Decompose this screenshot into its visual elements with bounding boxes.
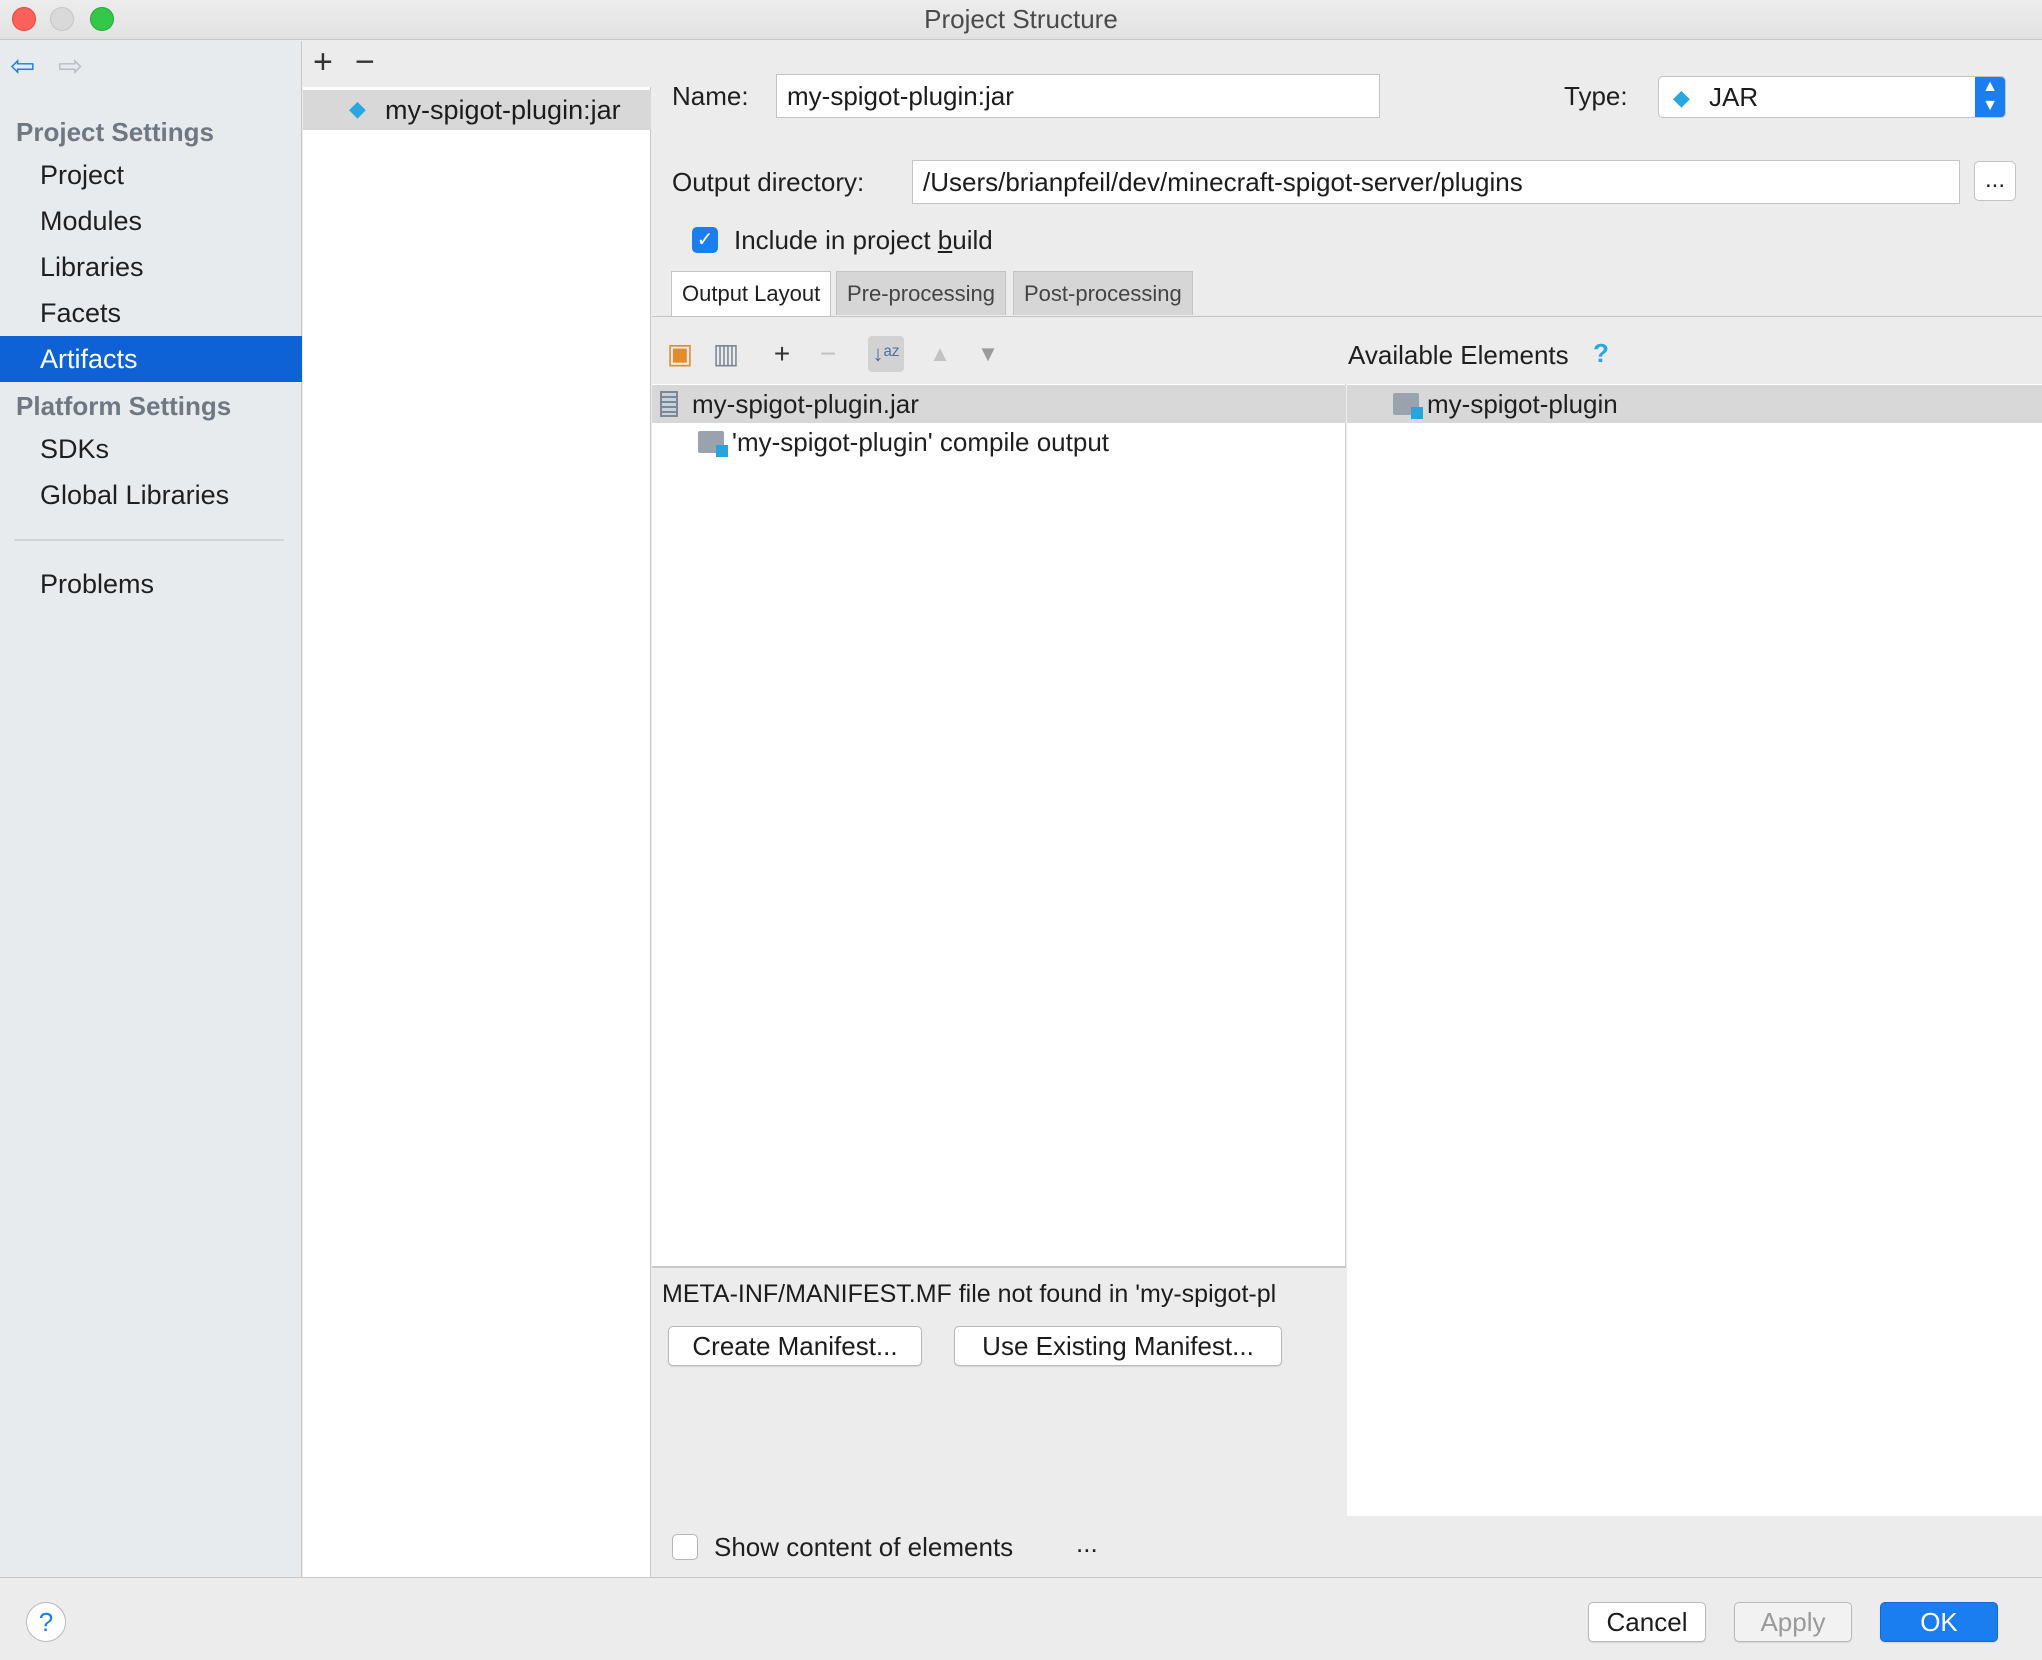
available-element-label: my-spigot-plugin — [1427, 389, 1618, 419]
sidebar-item-modules[interactable]: Modules — [0, 198, 302, 244]
jar-type-icon: ◆ — [1673, 85, 1690, 110]
tree-compile-output-label: 'my-spigot-plugin' compile output — [732, 427, 1109, 457]
output-directory-field[interactable]: /Users/brianpfeil/dev/minecraft-spigot-s… — [912, 160, 1960, 204]
sidebar-item-problems[interactable]: Problems — [0, 561, 302, 607]
manifest-area: META-INF/MANIFEST.MF file not found in '… — [652, 1266, 1346, 1516]
sidebar-item-sdks[interactable]: SDKs — [0, 426, 302, 472]
dialog-footer: ? Cancel Apply OK — [0, 1577, 2042, 1660]
tab-divider — [652, 316, 2042, 317]
back-arrow-icon[interactable]: ⇦ — [10, 49, 35, 84]
sidebar-item-global-libraries[interactable]: Global Libraries — [0, 472, 302, 518]
forward-arrow-icon[interactable]: ⇨ — [58, 49, 83, 84]
browse-output-button[interactable]: ... — [1974, 161, 2016, 201]
artifact-list-toolbar: + − — [303, 41, 651, 87]
artifact-list-panel: + − ◆ my-spigot-plugin:jar — [303, 41, 651, 1577]
add-artifact-icon[interactable]: + — [313, 43, 333, 82]
sort-elements-icon[interactable]: ↓ᵃᶻ — [868, 336, 904, 372]
sidebar-item-artifacts[interactable]: Artifacts — [0, 336, 302, 382]
help-button[interactable]: ? — [26, 1602, 66, 1642]
available-elements-header: Available Elements ? — [1347, 326, 2042, 384]
name-label: Name: — [672, 81, 749, 111]
sidebar-item-facets[interactable]: Facets — [0, 290, 302, 336]
name-field[interactable]: my-spigot-plugin:jar — [776, 74, 1380, 118]
artifact-list-item[interactable]: ◆ my-spigot-plugin:jar — [303, 90, 651, 130]
output-directory-label: Output directory: — [672, 167, 865, 197]
type-select[interactable]: ◆ JAR ▲ ▼ — [1658, 76, 2006, 118]
sidebar-divider — [14, 539, 284, 541]
move-up-icon[interactable]: ▲ — [922, 336, 958, 372]
create-manifest-button[interactable]: Create Manifest... — [668, 1326, 922, 1366]
output-layout-tree: ▣ ▥ + − ↓ᵃᶻ ▲ ▼ my-spigot-plugin.jar 'my… — [652, 326, 1346, 1266]
include-build-label: Include in project build — [734, 225, 993, 255]
jar-file-icon — [660, 391, 678, 417]
tree-row-jar[interactable]: my-spigot-plugin.jar — [652, 385, 1346, 423]
layout-toolbar: ▣ ▥ + − ↓ᵃᶻ ▲ ▼ — [652, 326, 1346, 384]
tree-jar-label: my-spigot-plugin.jar — [692, 389, 919, 419]
window-title: Project Structure — [924, 4, 1118, 34]
type-label: Type: — [1564, 81, 1628, 111]
section-project-settings: Project Settings — [16, 117, 214, 147]
section-platform-settings: Platform Settings — [16, 391, 232, 421]
remove-artifact-icon[interactable]: − — [355, 43, 375, 82]
jar-artifact-icon: ◆ — [349, 96, 366, 121]
module-output-icon — [698, 431, 728, 457]
module-icon — [1393, 393, 1423, 419]
new-directory-icon[interactable]: ▣ — [662, 336, 698, 372]
manifest-warning: META-INF/MANIFEST.MF file not found in '… — [662, 1280, 1277, 1308]
available-element-row[interactable]: my-spigot-plugin — [1347, 385, 2042, 423]
move-down-icon[interactable]: ▼ — [970, 336, 1006, 372]
available-elements-title: Available Elements — [1348, 340, 1569, 370]
show-content-options-button[interactable]: ... — [1076, 1528, 1098, 1559]
remove-element-icon[interactable]: − — [810, 336, 846, 372]
title-bar: Project Structure — [0, 0, 2042, 40]
include-build-checkbox[interactable]: ✓ — [692, 227, 718, 253]
available-elements-panel: Available Elements ? my-spigot-plugin — [1347, 326, 2042, 1516]
tab-pre-processing[interactable]: Pre-processing — [836, 271, 1006, 315]
add-copy-icon[interactable]: + — [764, 336, 800, 372]
tree-row-compile-output[interactable]: 'my-spigot-plugin' compile output — [652, 423, 1346, 461]
settings-sidebar: ⇦ ⇨ Project Settings Project Modules Lib… — [0, 41, 302, 1577]
select-arrows-icon: ▲ ▼ — [1975, 77, 2005, 117]
ok-button[interactable]: OK — [1880, 1602, 1998, 1642]
cancel-button[interactable]: Cancel — [1588, 1602, 1706, 1642]
show-content-checkbox[interactable] — [672, 1534, 698, 1560]
apply-button[interactable]: Apply — [1734, 1602, 1852, 1642]
sidebar-item-libraries[interactable]: Libraries — [0, 244, 302, 290]
artifact-name: my-spigot-plugin:jar — [385, 95, 621, 125]
new-archive-icon[interactable]: ▥ — [708, 336, 744, 372]
show-content-label: Show content of elements — [714, 1532, 1014, 1562]
tab-post-processing[interactable]: Post-processing — [1013, 271, 1193, 315]
type-value: JAR — [1709, 82, 1759, 112]
help-icon[interactable]: ? — [1593, 338, 1609, 369]
sidebar-item-project[interactable]: Project — [0, 152, 302, 198]
tab-output-layout[interactable]: Output Layout — [671, 271, 832, 317]
use-existing-manifest-button[interactable]: Use Existing Manifest... — [954, 1326, 1282, 1366]
